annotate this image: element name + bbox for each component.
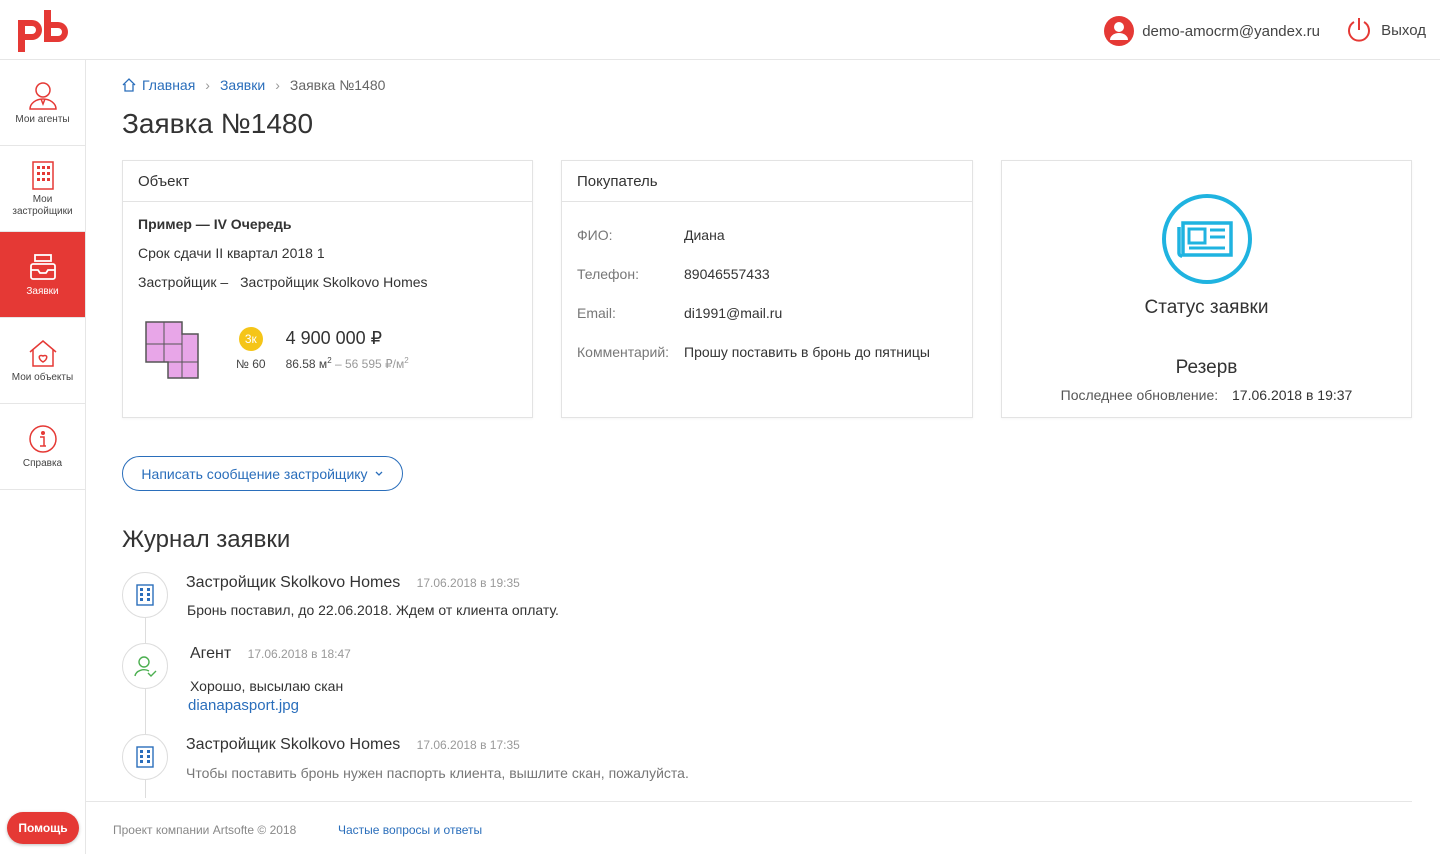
- footer-faq-link[interactable]: Частые вопросы и ответы: [338, 823, 482, 837]
- pb-logo[interactable]: [14, 8, 74, 54]
- entry-author: Агент: [190, 645, 232, 662]
- top-bar: demo-amocrm@yandex.ru Выход: [0, 0, 1440, 60]
- sidebar-item-label: Заявки: [26, 285, 59, 297]
- developer-label: Застройщик –: [138, 274, 229, 290]
- buyer-value: Прошу поставить в бронь до пятницы: [684, 344, 930, 360]
- buyer-label: Комментарий:: [577, 344, 670, 360]
- entry-header: Агент 17.06.2018 в 18:47: [190, 645, 351, 663]
- status-card: Статус заявки Резерв Последнее обновлени…: [1001, 160, 1412, 418]
- help-button[interactable]: Помощь: [7, 812, 79, 844]
- status-updated: Последнее обновление: 17.06.2018 в 19:37: [1061, 387, 1353, 403]
- price-per-meter: – 56 595 ₽/м: [331, 356, 405, 371]
- buyer-row-phone: Телефон: 89046557433: [577, 265, 957, 283]
- entry-author: Застройщик Skolkovo Homes: [186, 736, 401, 753]
- object-name[interactable]: Пример — IV Очередь: [138, 216, 517, 232]
- sidebar-item-developers[interactable]: Мои застройщики: [0, 146, 85, 232]
- page-title: Заявка №1480: [122, 108, 314, 139]
- chevron-down-icon: [375, 471, 383, 476]
- sidebar-item-label: Мои объекты: [11, 371, 74, 383]
- message-developer-button[interactable]: Написать сообщение застройщику: [122, 456, 403, 491]
- agent-check-icon: [134, 656, 157, 677]
- sidebar-item-label: Справка: [22, 457, 63, 469]
- buyer-label: Телефон:: [577, 266, 639, 282]
- sidebar: Мои агенты Мои застройщики Заявки Мои об…: [0, 60, 86, 854]
- entry-text: Хорошо, высылаю скан: [190, 678, 344, 694]
- buyer-value: Диана: [684, 227, 725, 243]
- floor-plan-image[interactable]: [138, 316, 208, 382]
- sidebar-item-help[interactable]: Справка: [0, 404, 85, 490]
- inbox-icon: [29, 253, 56, 280]
- agent-icon: [28, 81, 57, 110]
- breadcrumb-separator: ›: [205, 77, 210, 93]
- journal-title: Журнал заявки: [122, 526, 291, 553]
- user-avatar-icon: [1104, 16, 1135, 46]
- buyer-card-title: Покупатель: [562, 161, 972, 202]
- breadcrumb: Главная › Заявки › Заявка №1480: [122, 77, 385, 93]
- sidebar-item-label: Мои застройщики: [12, 193, 73, 217]
- logout-label: Выход: [1381, 21, 1426, 39]
- breadcrumb-requests[interactable]: Заявки: [220, 77, 265, 93]
- user-email[interactable]: demo-amocrm@yandex.ru: [1142, 23, 1320, 40]
- buyer-card: Покупатель ФИО: Диана Телефон: 890465574…: [561, 160, 973, 418]
- entry-attachment-link[interactable]: dianapasport.jpg: [188, 697, 299, 714]
- sidebar-item-objects[interactable]: Мои объекты: [0, 318, 85, 404]
- newspaper-status-icon: [1161, 194, 1252, 284]
- buyer-row-email: Email: di1991@mail.ru: [577, 304, 957, 322]
- entry-text: Чтобы поставить бронь нужен паспорть кли…: [186, 765, 689, 781]
- entry-header: Застройщик Skolkovo Homes 17.06.2018 в 1…: [186, 574, 520, 592]
- breadcrumb-separator: ›: [275, 77, 280, 93]
- area-value: 86.58 м: [285, 356, 328, 371]
- entry-icon-wrap: [122, 572, 168, 618]
- home-icon: [122, 78, 136, 92]
- entry-header: Застройщик Skolkovo Homes 17.06.2018 в 1…: [186, 736, 520, 754]
- building-icon: [136, 746, 154, 768]
- entry-icon-wrap: [122, 734, 168, 780]
- status-updated-label: Последнее обновление:: [1060, 387, 1219, 403]
- breadcrumb-current: Заявка №1480: [289, 77, 386, 93]
- buyer-row-comment: Комментарий: Прошу поставить в бронь до …: [577, 343, 957, 361]
- flat-price: 4 900 000 ₽: [285, 327, 383, 348]
- building-icon: [136, 584, 154, 606]
- buyer-label: Email:: [577, 305, 616, 321]
- status-title: Статус заявки: [1144, 297, 1269, 318]
- building-icon: [31, 160, 54, 190]
- entry-icon-wrap: [122, 643, 168, 689]
- object-card-title: Объект: [123, 161, 532, 202]
- entry-text: Бронь поставил, до 22.06.2018. Ждем от к…: [187, 602, 559, 618]
- entry-date: 17.06.2018 в 19:35: [416, 576, 520, 590]
- logout-button[interactable]: Выход: [1345, 16, 1426, 44]
- footer-copyright: Проект компании Artsofte © 2018: [113, 823, 297, 837]
- object-developer-row: Застройщик – Застройщик Skolkovo Homes: [138, 274, 517, 290]
- sidebar-item-label: Мои агенты: [15, 113, 70, 125]
- breadcrumb-home[interactable]: Главная: [142, 77, 195, 93]
- status-updated-value: 17.06.2018 в 19:37: [1232, 387, 1353, 403]
- price-per-sup: 2: [404, 355, 409, 365]
- status-value: Резерв: [1175, 357, 1238, 378]
- footer: Проект компании Artsofte © 2018 Частые в…: [86, 801, 1412, 854]
- sidebar-item-agents[interactable]: Мои агенты: [0, 60, 85, 146]
- flat-area: 86.58 м2 – 56 595 ₽/м2: [286, 356, 409, 371]
- entry-date: 17.06.2018 в 17:35: [416, 738, 520, 752]
- rooms-badge: 3к: [238, 327, 263, 351]
- sidebar-item-requests[interactable]: Заявки: [0, 232, 85, 318]
- buyer-label: ФИО:: [577, 227, 613, 243]
- message-developer-label: Написать сообщение застройщику: [141, 465, 368, 482]
- buyer-value: di1991@mail.ru: [684, 305, 783, 321]
- house-icon: [29, 339, 56, 367]
- entry-author: Застройщик Skolkovo Homes: [186, 574, 401, 591]
- flat-info: 3к № 60 4 900 000 ₽ 86.58 м 2 – 56 595 ₽/…: [138, 316, 517, 382]
- flat-rooms: 3к № 60: [236, 327, 266, 371]
- user-menu[interactable]: demo-amocrm@yandex.ru: [1104, 16, 1320, 46]
- developer-name: Застройщик Skolkovo Homes: [240, 274, 428, 290]
- buyer-row-name: ФИО: Диана: [577, 226, 957, 244]
- buyer-value: 89046557433: [684, 266, 770, 282]
- object-card: Объект Пример — IV Очередь Срок сдачи II…: [122, 160, 533, 418]
- info-icon: [28, 424, 57, 453]
- power-icon: [1348, 18, 1371, 42]
- entry-date: 17.06.2018 в 18:47: [247, 647, 351, 661]
- flat-price-block: 4 900 000 ₽ 86.58 м2 – 56 595 ₽/м2: [286, 328, 409, 371]
- flat-number: № 60: [236, 357, 266, 371]
- object-deadline: Срок сдачи II квартал 2018 1: [138, 245, 325, 261]
